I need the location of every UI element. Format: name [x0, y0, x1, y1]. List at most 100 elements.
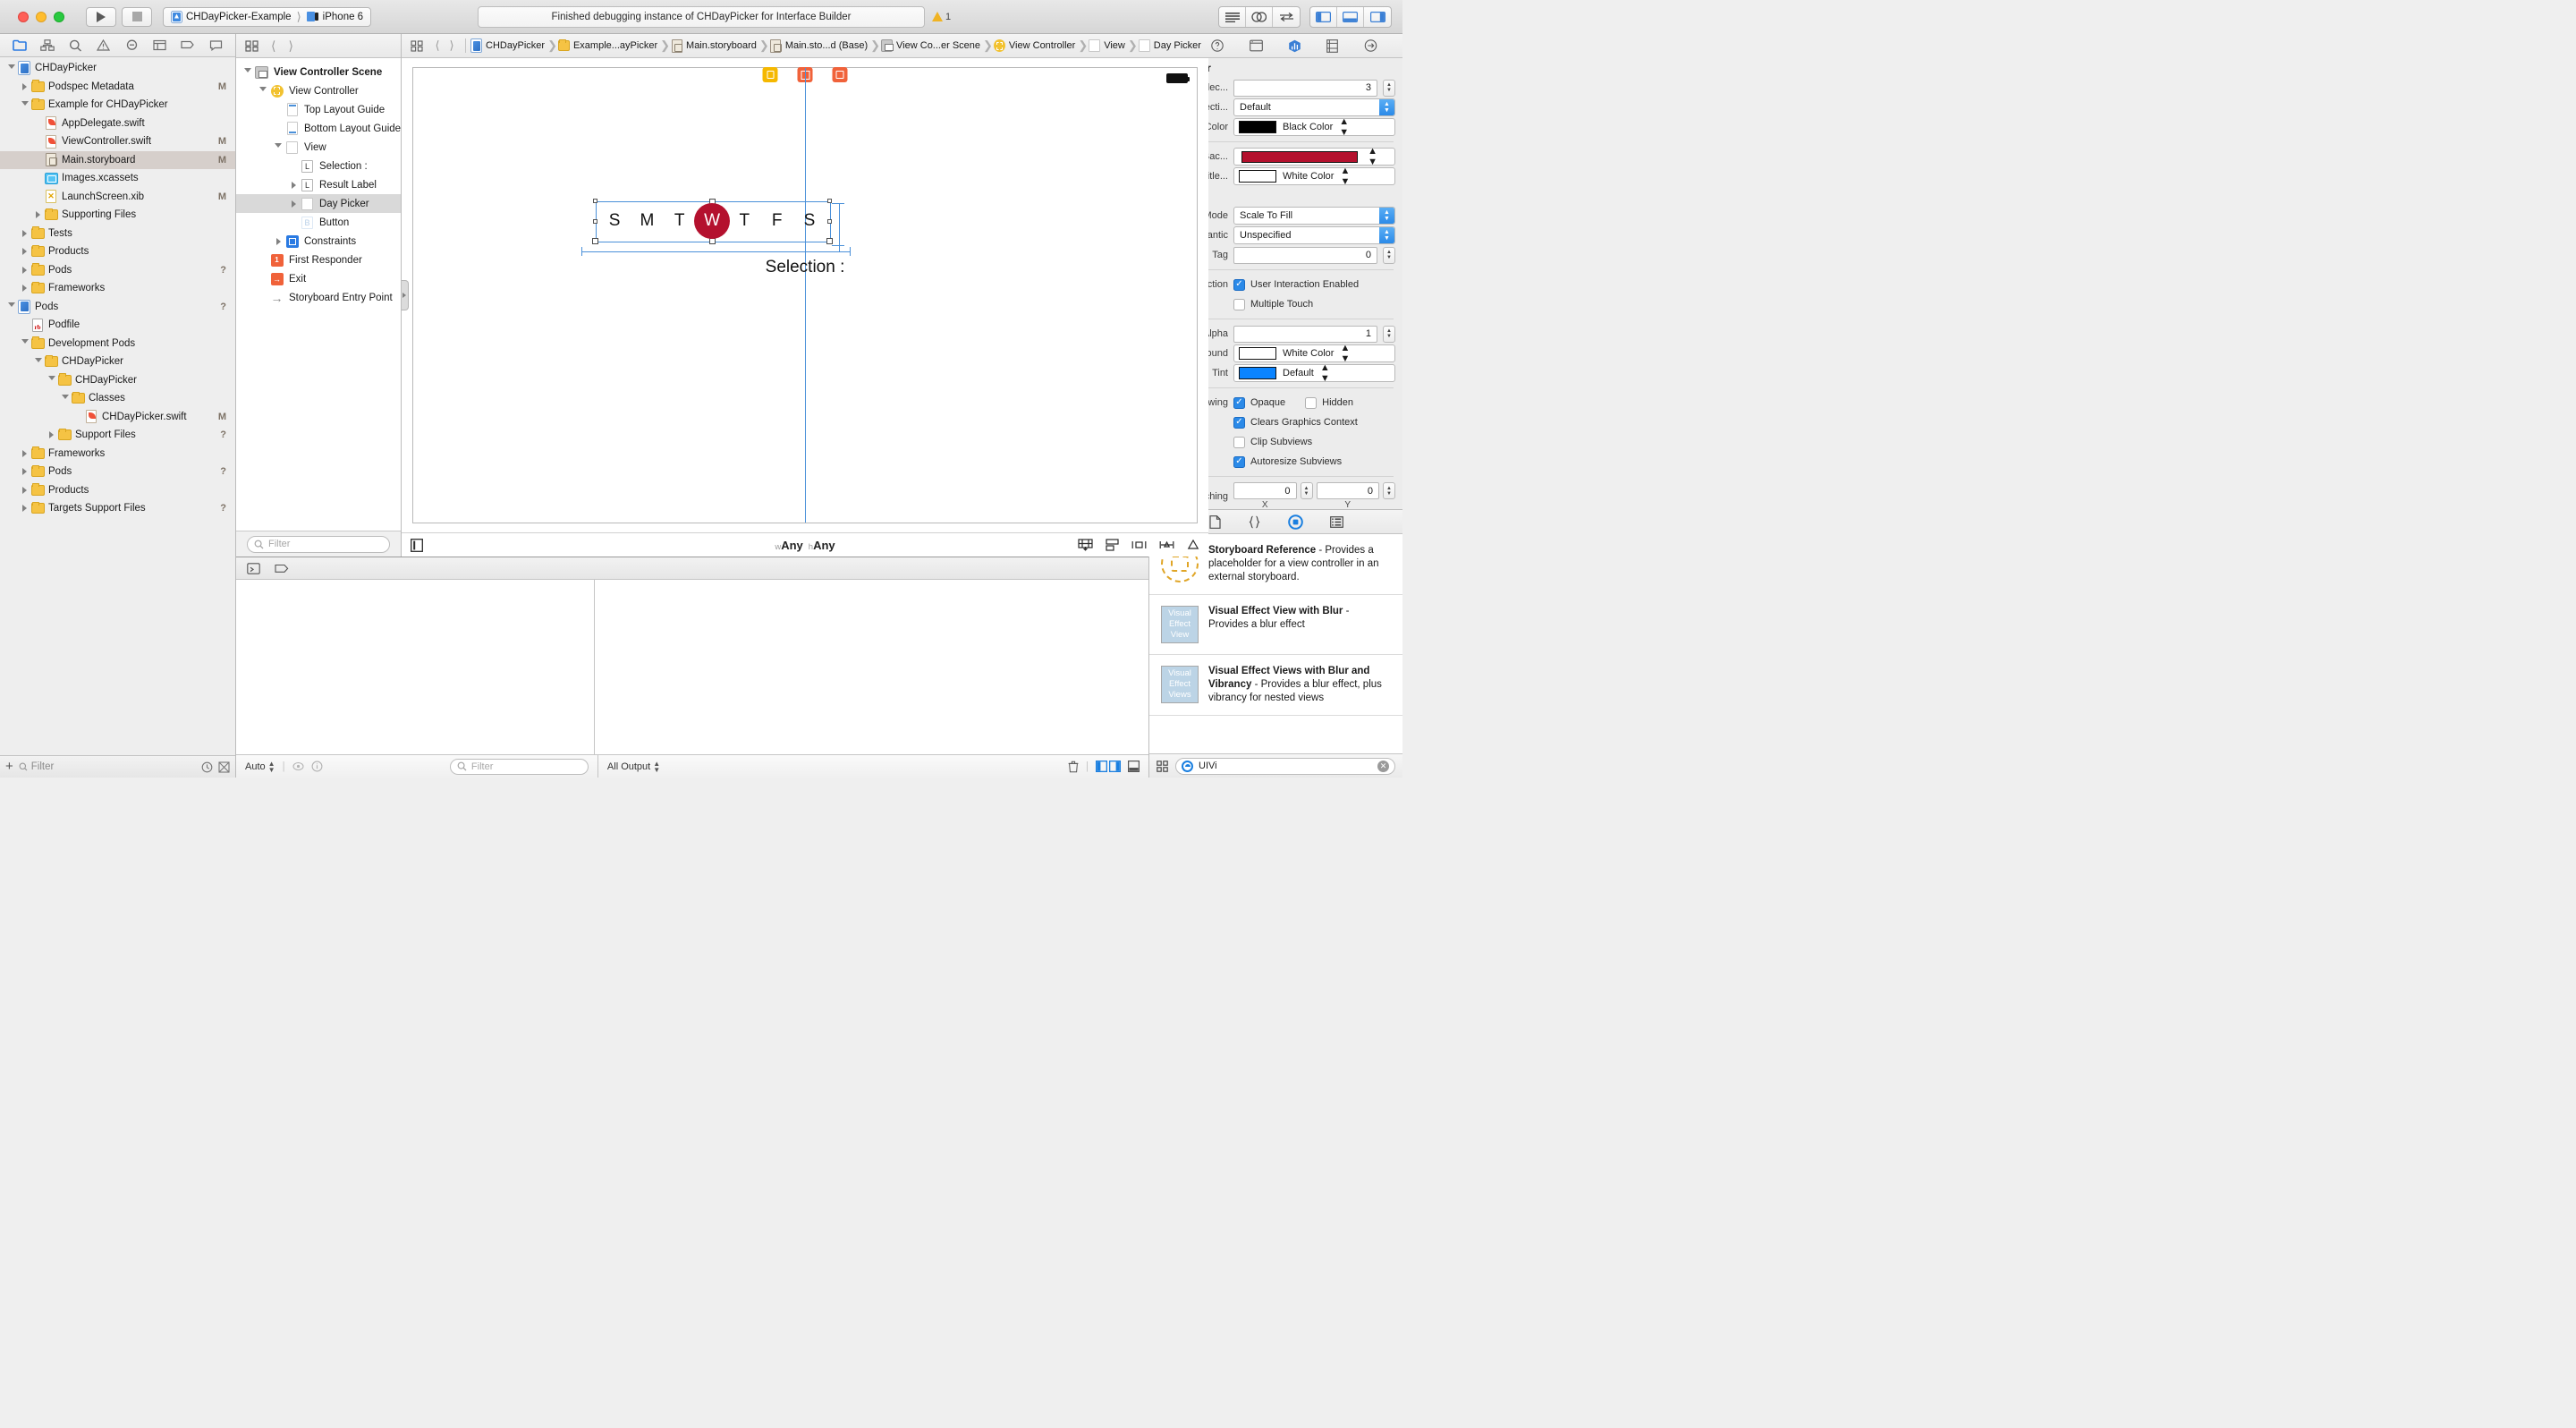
related-items-icon[interactable]: [407, 40, 427, 52]
jumpbar-back-button[interactable]: ⟨: [430, 38, 445, 53]
debug-navigator-tab[interactable]: [150, 37, 170, 55]
clip-subviews-checkbox[interactable]: [1233, 437, 1245, 448]
single-selection-popup[interactable]: Default▲▼: [1233, 98, 1395, 116]
outline-item-view[interactable]: View: [236, 138, 401, 157]
navigator-item-chdaypicker[interactable]: CHDayPicker: [0, 59, 235, 78]
navigator-item-targets-support-files[interactable]: Targets Support Files?: [0, 499, 235, 518]
stop-button[interactable]: [122, 7, 152, 27]
show-variables-button[interactable]: [1096, 761, 1107, 772]
clip-subviews-checkbox-row[interactable]: Clip Subviews: [1233, 437, 1312, 448]
source-control-filter-button[interactable]: [218, 761, 230, 773]
breakpoint-navigator-tab[interactable]: [178, 37, 198, 55]
embed-in-stack-icon[interactable]: [1106, 539, 1119, 551]
resize-handle-bottom-right[interactable]: [826, 238, 833, 244]
resize-handle-top-right[interactable]: [827, 199, 832, 203]
update-frames-icon[interactable]: [1078, 539, 1093, 551]
disclosure-triangle-closed-icon[interactable]: [292, 200, 296, 208]
toggle-document-outline-button[interactable]: [245, 40, 258, 52]
breadcrumb-item-view[interactable]: View: [1089, 39, 1127, 52]
connections-inspector-tab[interactable]: [1364, 39, 1377, 52]
assistant-editor-button[interactable]: [1246, 7, 1273, 27]
toggle-debug-area-button[interactable]: [1337, 7, 1364, 27]
navigator-item-chdaypicker[interactable]: CHDayPicker: [0, 353, 235, 371]
stretching-origin-y-stepper[interactable]: ▲▼: [1383, 482, 1395, 499]
debug-breakpoint-icon[interactable]: [275, 563, 289, 574]
object-library-tab[interactable]: [1288, 514, 1303, 530]
report-navigator-tab[interactable]: [206, 37, 225, 55]
navigator-item-chdaypicker-swift[interactable]: CHDayPicker.swiftM: [0, 408, 235, 427]
navigator-item-supporting-files[interactable]: Supporting Files: [0, 206, 235, 225]
stretching-origin-x-stepper[interactable]: ▲▼: [1301, 482, 1313, 499]
toggle-utilities-button[interactable]: [1364, 7, 1391, 27]
resize-handle-middle-right[interactable]: [827, 219, 832, 224]
day-picker-day-selected[interactable]: W: [697, 211, 727, 231]
navigator-item-products[interactable]: Products: [0, 481, 235, 500]
disclosure-triangle-closed-icon[interactable]: [292, 182, 296, 189]
size-inspector-tab[interactable]: [1326, 39, 1338, 53]
navigator-item-support-files[interactable]: Support Files?: [0, 426, 235, 445]
day-picker-day[interactable]: T: [729, 211, 759, 231]
navigator-item-pods[interactable]: Pods?: [0, 463, 235, 481]
exit-dock-icon[interactable]: [833, 67, 848, 82]
disclosure-triangle-closed-icon[interactable]: [22, 248, 27, 255]
outline-item-view-controller-scene[interactable]: View Controller Scene: [236, 63, 401, 81]
library-filter-field[interactable]: UIVi ✕: [1175, 758, 1395, 775]
project-navigator-tab[interactable]: [10, 37, 30, 55]
breadcrumb-item-view-co-er-scene[interactable]: View Co...er Scene: [881, 39, 982, 52]
disclosure-triangle-closed-icon[interactable]: [276, 238, 281, 245]
resize-handle-top-left[interactable]: [593, 199, 597, 203]
project-navigator-tree[interactable]: CHDayPickerPodspec MetadataMExample for …: [0, 57, 235, 755]
disclosure-triangle-closed-icon[interactable]: [22, 505, 27, 512]
navigator-item-appdelegate-swift[interactable]: AppDelegate.swift: [0, 115, 235, 133]
breadcrumb-item-day-picker[interactable]: Day Picker: [1139, 39, 1203, 52]
navigator-item-classes[interactable]: Classes: [0, 389, 235, 408]
identity-inspector-tab[interactable]: [1250, 39, 1263, 52]
disclosure-triangle-closed-icon[interactable]: [22, 468, 27, 475]
navigator-item-images-xcassets[interactable]: Images.xcassets: [0, 169, 235, 188]
outline-item-first-responder[interactable]: 1First Responder: [236, 251, 401, 269]
version-editor-button[interactable]: [1273, 7, 1300, 27]
day-picker-day[interactable]: S: [794, 211, 825, 231]
stretching-origin-x-field[interactable]: 0: [1233, 482, 1297, 499]
run-button[interactable]: [86, 7, 116, 27]
disclosure-triangle-open-icon[interactable]: [244, 68, 251, 76]
stretching-origin-y-field[interactable]: 0: [1317, 482, 1380, 499]
navigator-item-chdaypicker[interactable]: CHDayPicker: [0, 371, 235, 390]
object-library-list[interactable]: Storyboard Reference - Provides a placeh…: [1149, 534, 1402, 753]
outline-collapse-handle[interactable]: [402, 280, 409, 310]
source-control-navigator-tab[interactable]: [38, 37, 57, 55]
clears-graphics-context-checkbox[interactable]: ✓: [1233, 417, 1245, 429]
disclosure-triangle-open-icon[interactable]: [21, 101, 29, 109]
multiple-touch-checkbox-row[interactable]: Multiple Touch: [1233, 299, 1313, 310]
test-navigator-tab[interactable]: [122, 37, 141, 55]
hide-debug-area-button[interactable]: [1128, 761, 1140, 772]
attributes-inspector-tab[interactable]: [1288, 39, 1301, 53]
standard-editor-button[interactable]: [1219, 7, 1246, 27]
mode-popup[interactable]: Scale To Fill▲▼: [1233, 207, 1395, 225]
tag-stepper[interactable]: ▲▼: [1383, 247, 1395, 264]
tint-color-popup[interactable]: Default▲▼: [1233, 364, 1395, 382]
disclosure-triangle-closed-icon[interactable]: [49, 431, 54, 438]
zoom-window-button[interactable]: [54, 12, 64, 22]
outline-item-exit[interactable]: →Exit: [236, 269, 401, 288]
outline-filter-field[interactable]: Filter: [247, 536, 390, 553]
outline-item-top-layout-guide[interactable]: Top Layout Guide: [236, 100, 401, 119]
debug-toggle-console-icon[interactable]: [247, 563, 260, 574]
library-item[interactable]: VisualEffectViewsVisual Effect Views wit…: [1149, 655, 1402, 716]
clears-graphics-context-checkbox-row[interactable]: ✓Clears Graphics Context: [1233, 417, 1358, 429]
day-picker-day[interactable]: M: [631, 211, 662, 231]
jumpbar-forward-button[interactable]: ⟩: [445, 38, 459, 53]
tag-field[interactable]: 0: [1233, 247, 1377, 264]
outline-item-result-label[interactable]: LResult Label: [236, 175, 401, 194]
close-window-button[interactable]: [18, 12, 29, 22]
hidden-checkbox[interactable]: [1305, 397, 1317, 409]
navigator-item-example-for-chdaypicker[interactable]: Example for CHDayPicker: [0, 96, 235, 115]
outline-item-storyboard-entry-point[interactable]: →Storyboard Entry Point: [236, 288, 401, 307]
console-output-popup[interactable]: All Output ▲▼: [607, 761, 660, 773]
day-picker-day[interactable]: F: [762, 211, 792, 231]
file-template-library-tab[interactable]: [1209, 515, 1221, 529]
navigator-item-podspec-metadata[interactable]: Podspec MetadataM: [0, 78, 235, 97]
align-icon[interactable]: [1131, 539, 1147, 551]
back-button[interactable]: ⟨: [271, 38, 275, 54]
disclosure-triangle-closed-icon[interactable]: [22, 487, 27, 494]
